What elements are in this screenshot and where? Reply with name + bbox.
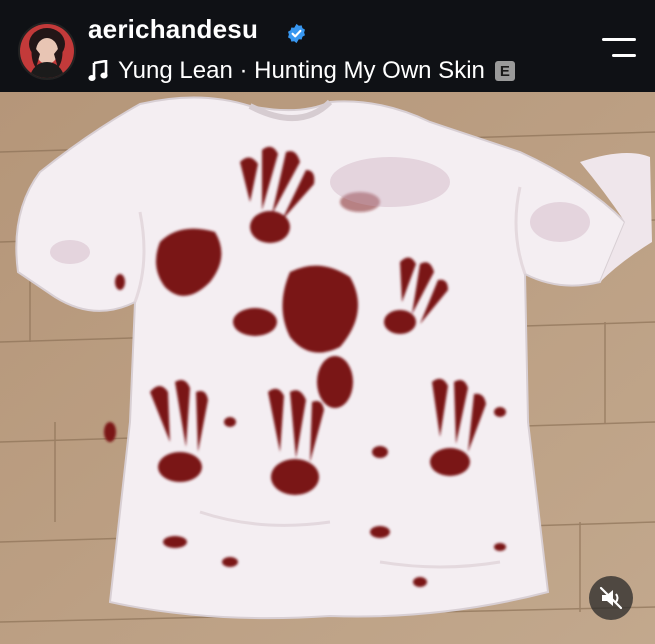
music-attribution[interactable]: Yung Lean · Hunting My Own Skin E (88, 57, 515, 85)
story-header: aerichandesu Yung Lean · Hunting My Own … (0, 0, 655, 92)
verified-badge-icon (288, 23, 305, 44)
explicit-badge: E (494, 61, 515, 81)
story-photo (0, 92, 655, 644)
profile-avatar[interactable] (18, 22, 76, 80)
song-title: Yung Lean · Hunting My Own Skin (118, 57, 485, 84)
hamburger-menu-icon[interactable] (602, 36, 636, 60)
music-note-icon (88, 60, 108, 81)
username[interactable]: aerichandesu (88, 14, 258, 45)
speaker-muted-icon (599, 586, 623, 610)
mute-button[interactable] (589, 576, 633, 620)
story-frame: aerichandesu Yung Lean · Hunting My Own … (0, 0, 655, 644)
